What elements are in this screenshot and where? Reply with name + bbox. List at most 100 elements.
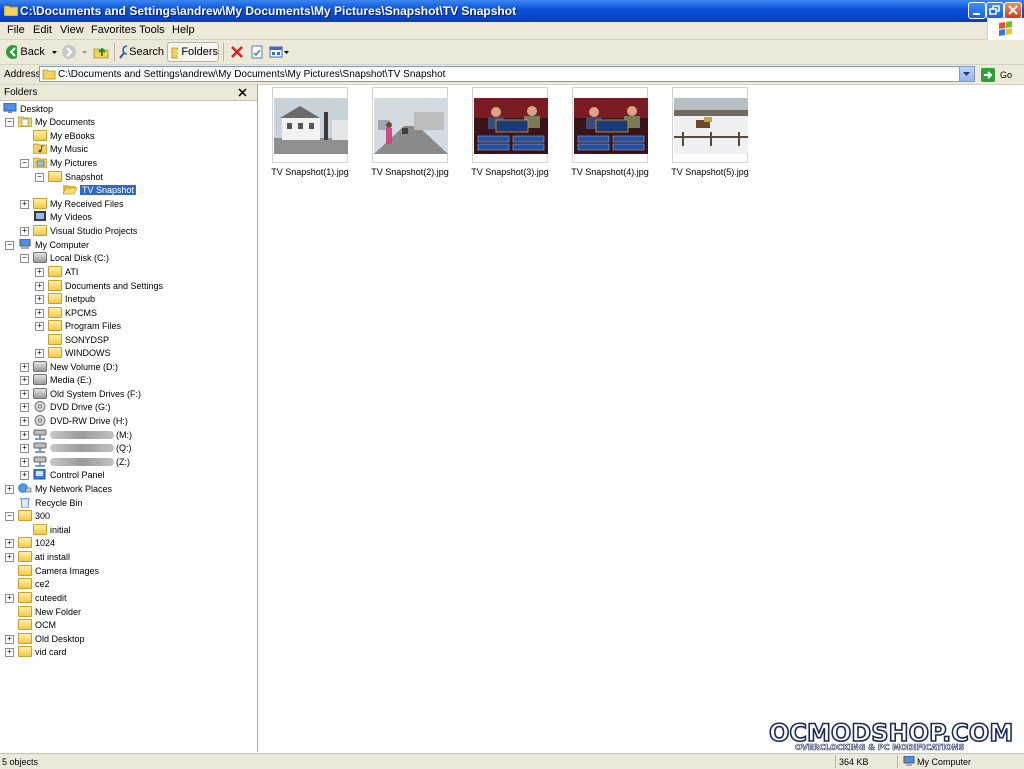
collapse-toggle[interactable]: − [20,159,29,168]
tree-item-old-system-drives-f[interactable]: Old System Drives (F:) [33,387,141,400]
expand-toggle[interactable]: + [35,349,44,358]
expand-toggle[interactable]: + [20,376,29,385]
tree-item-ce2[interactable]: ce2 [18,577,50,590]
tree-item-recycle-bin[interactable]: Recycle Bin [18,496,83,509]
tree-item-snapshot[interactable]: Snapshot [48,170,103,183]
expand-toggle[interactable]: + [20,363,29,372]
expand-toggle[interactable]: + [20,444,29,453]
menu-view[interactable]: View [60,24,84,36]
address-field[interactable]: C:\Documents and Settings\andrew\My Docu… [39,66,975,82]
close-pane-button[interactable] [238,88,247,97]
tree-item-tv-snapshot[interactable]: TV Snapshot [63,183,137,196]
computer-icon [903,756,915,766]
tree-item-inetpub[interactable]: Inetpub [48,292,95,305]
expand-toggle[interactable]: + [20,458,29,467]
tree-item-new-folder[interactable]: New Folder [18,605,81,618]
expand-toggle[interactable]: + [5,553,14,562]
watermark-graphic: OCMODSHOP.COM OVERCLOCKING & PC MODIFICA… [768,718,1014,752]
expand-toggle[interactable]: + [5,539,14,548]
tree-item-documents-and-settings[interactable]: Documents and Settings [48,279,163,292]
tree-item-initial[interactable]: initial [33,523,71,536]
file-name: TV Snapshot(5).jpg [671,167,749,177]
tree-item-my-videos[interactable]: My Videos [33,210,92,223]
redacted-share-name [50,457,114,466]
tree-item-sonydsp[interactable]: SONYDSP [48,333,109,346]
go-button[interactable]: Go [981,67,1021,82]
address-bar: Address C:\Documents and Settings\andrew… [0,65,1024,85]
menu-edit[interactable]: Edit [33,24,52,36]
tree-item-local-disk-c[interactable]: Local Disk (C:) [33,251,109,264]
expand-toggle[interactable]: + [35,295,44,304]
close-button[interactable] [1004,2,1022,19]
properties-button[interactable] [249,42,265,62]
tree-item-camera-images[interactable]: Camera Images [18,564,99,577]
delete-button[interactable] [229,42,245,62]
menu-help[interactable]: Help [172,24,195,36]
tree-item-new-volume-d[interactable]: New Volume (D:) [33,360,118,373]
expand-toggle[interactable]: + [5,648,14,657]
forward-button[interactable] [61,42,91,62]
tree-item-network-drive-q[interactable]: (Q:) [33,441,132,454]
folders-button[interactable]: Folders [167,42,219,62]
tree-item-my-network-places[interactable]: My Network Places [18,482,112,495]
collapse-toggle[interactable]: − [20,254,29,263]
expand-toggle[interactable]: + [5,594,14,603]
tree-item-kpcms[interactable]: KPCMS [48,306,97,319]
tree-item-my-computer[interactable]: My Computer [18,238,89,251]
expand-toggle[interactable]: + [20,200,29,209]
expand-toggle[interactable]: + [35,322,44,331]
tree-item-control-panel[interactable]: Control Panel [33,468,105,481]
folder-icon [18,646,32,657]
tree-item-ati-install[interactable]: ati install [18,550,70,563]
expand-toggle[interactable]: + [5,485,14,494]
music-folder-icon [33,143,47,154]
tree-item-old-desktop[interactable]: Old Desktop [18,632,85,645]
tree-item-desktop[interactable]: Desktop [3,102,53,115]
expand-toggle[interactable]: + [20,471,29,480]
restore-button[interactable] [986,2,1004,19]
tree-item-my-ebooks[interactable]: My eBooks [33,129,95,142]
collapse-toggle[interactable]: − [5,512,14,521]
views-button[interactable] [268,42,290,62]
tree-item-visual-studio-projects[interactable]: Visual Studio Projects [33,224,137,237]
tree-item-network-drive-z[interactable]: (Z:) [33,455,130,468]
tree-item-network-drive-m[interactable]: (M:) [33,428,132,441]
search-button[interactable]: Search [118,42,164,62]
expand-toggle[interactable]: + [20,403,29,412]
tree-item-cuteedit[interactable]: cuteedit [18,591,67,604]
back-button[interactable]: Back [5,42,57,62]
expand-toggle[interactable]: + [20,431,29,440]
expand-toggle[interactable]: + [20,417,29,426]
tree-item-my-music[interactable]: My Music [33,142,88,155]
expand-toggle[interactable]: + [35,309,44,318]
expand-toggle[interactable]: + [20,390,29,399]
collapse-toggle[interactable]: − [5,241,14,250]
folder-icon [18,592,32,603]
menu-file[interactable]: File [7,24,25,36]
tree-item-media-e[interactable]: Media (E:) [33,373,92,386]
tree-item-windows[interactable]: WINDOWS [48,346,111,359]
menu-favorites[interactable]: Favorites [91,24,136,36]
collapse-toggle[interactable]: − [5,118,14,127]
menu-tools[interactable]: Tools [139,24,165,36]
tree-item-dvd-drive-g[interactable]: DVD Drive (G:) [33,400,111,413]
tree-item-my-received-files[interactable]: My Received Files [33,197,124,210]
tree-item-ocm[interactable]: OCM [18,618,56,631]
expand-toggle[interactable]: + [35,268,44,277]
tree-item-ati[interactable]: ATI [48,265,78,278]
minimize-button[interactable] [968,2,986,19]
expand-toggle[interactable]: + [20,227,29,236]
expand-toggle[interactable]: + [35,282,44,291]
tree-item-1024[interactable]: 1024 [18,536,55,549]
address-dropdown-button[interactable] [959,67,974,81]
up-folder-button[interactable] [93,42,111,62]
hard-drive-icon [33,388,47,399]
expand-toggle[interactable]: + [5,635,14,644]
collapse-toggle[interactable]: − [35,173,44,182]
tree-item-dvd-rw-drive-h[interactable]: DVD-RW Drive (H:) [33,414,128,427]
tree-item-program-files[interactable]: Program Files [48,319,121,332]
tree-item-my-documents[interactable]: My Documents [18,115,95,128]
tree-item-vid-card[interactable]: vid card [18,645,67,658]
tree-item-300[interactable]: 300 [18,509,50,522]
tree-item-my-pictures[interactable]: My Pictures [33,156,97,169]
